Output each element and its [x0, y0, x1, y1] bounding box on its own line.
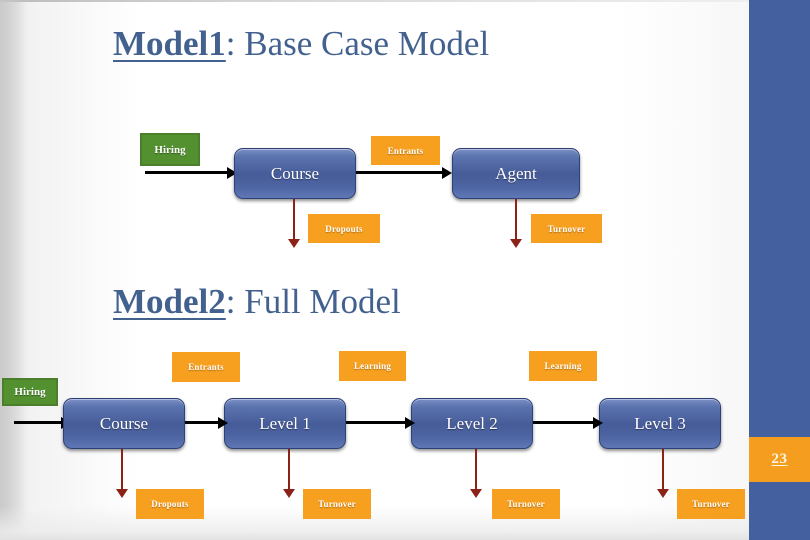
- model2-label-learning-1-text: Learning: [353, 361, 392, 371]
- model1-label-dropouts[interactable]: Dropouts: [308, 214, 380, 243]
- model2-source-hiring[interactable]: Hiring: [2, 378, 58, 406]
- model2-arrow-level-1-to-level-2: [346, 417, 415, 429]
- model2-node-level-2-label: Level 2: [446, 413, 498, 433]
- model1-source-hiring-label: Hiring: [154, 143, 186, 156]
- model2-label-turnover-1[interactable]: Turnover: [303, 489, 371, 519]
- model2-node-level-3-label: Level 3: [634, 413, 686, 433]
- model1-arrow-agent-turnover: [510, 199, 522, 248]
- model2-label-dropouts[interactable]: Dropouts: [136, 489, 204, 519]
- page-number-text: 23: [771, 451, 788, 467]
- model2-arrow-level-3-turnover: [657, 449, 669, 498]
- model1-arrow-hiring-to-course: [145, 167, 237, 179]
- model1-source-hiring[interactable]: Hiring: [140, 133, 200, 166]
- model2-label-learning-2[interactable]: Learning: [529, 351, 597, 381]
- model2-label-entrants-text: Entrants: [188, 362, 224, 372]
- model2-node-course[interactable]: Course: [63, 398, 185, 449]
- model2-label-learning-2-text: Learning: [544, 361, 582, 371]
- model1-node-agent[interactable]: Agent: [452, 148, 580, 199]
- slide-left-shading: [0, 0, 26, 540]
- model2-label-turnover-3-text: Turnover: [692, 499, 730, 509]
- model2-node-level-2[interactable]: Level 2: [411, 398, 533, 449]
- slide-bottom-shading: [0, 506, 749, 540]
- model2-arrow-course-dropouts: [116, 449, 128, 498]
- model2-label-turnover-2-text: Turnover: [507, 499, 545, 509]
- model1-label-entrants-text: Entrants: [387, 145, 424, 156]
- model2-title-rest: : Full Model: [225, 282, 401, 321]
- model1-title: Model1: Base Case Model: [113, 26, 489, 61]
- model1-node-course[interactable]: Course: [234, 148, 356, 199]
- model2-arrow-level-2-turnover: [470, 449, 482, 498]
- model1-title-rest: : Base Case Model: [225, 24, 490, 63]
- model2-label-turnover-2[interactable]: Turnover: [492, 489, 560, 519]
- slide-canvas: Model1: Base Case Model Hiring Course En…: [0, 0, 810, 540]
- model2-arrow-level-1-turnover: [283, 449, 295, 498]
- model1-arrow-course-to-agent: [356, 167, 452, 179]
- model2-arrow-course-to-level-1: [185, 417, 228, 429]
- model1-node-course-label: Course: [270, 163, 320, 183]
- model1-title-accent: Model1: [113, 24, 226, 63]
- model2-arrow-level-2-to-level-3: [533, 417, 603, 429]
- model1-label-turnover[interactable]: Turnover: [531, 214, 602, 243]
- model2-label-turnover-1-text: Turnover: [318, 499, 356, 509]
- model2-title: Model2: Full Model: [113, 284, 401, 319]
- model2-label-learning-1[interactable]: Learning: [339, 351, 406, 381]
- model2-source-hiring-label: Hiring: [14, 386, 46, 398]
- model2-node-level-3[interactable]: Level 3: [599, 398, 721, 449]
- model2-label-turnover-3[interactable]: Turnover: [677, 489, 745, 519]
- model1-label-entrants[interactable]: Entrants: [371, 136, 440, 165]
- model2-node-course-label: Course: [99, 413, 149, 433]
- model2-label-dropouts-text: Dropouts: [151, 499, 189, 509]
- model1-node-agent-label: Agent: [495, 163, 537, 183]
- model1-arrow-course-dropouts: [288, 199, 300, 248]
- model2-title-accent: Model2: [113, 282, 226, 321]
- model2-node-level-1-label: Level 1: [259, 413, 311, 433]
- model1-label-turnover-text: Turnover: [547, 223, 586, 234]
- model1-label-dropouts-text: Dropouts: [325, 223, 363, 234]
- model2-node-level-1[interactable]: Level 1: [224, 398, 346, 449]
- model2-label-entrants[interactable]: Entrants: [172, 352, 240, 382]
- page-number-badge: 23: [749, 437, 810, 482]
- slide-top-border: [0, 0, 749, 2]
